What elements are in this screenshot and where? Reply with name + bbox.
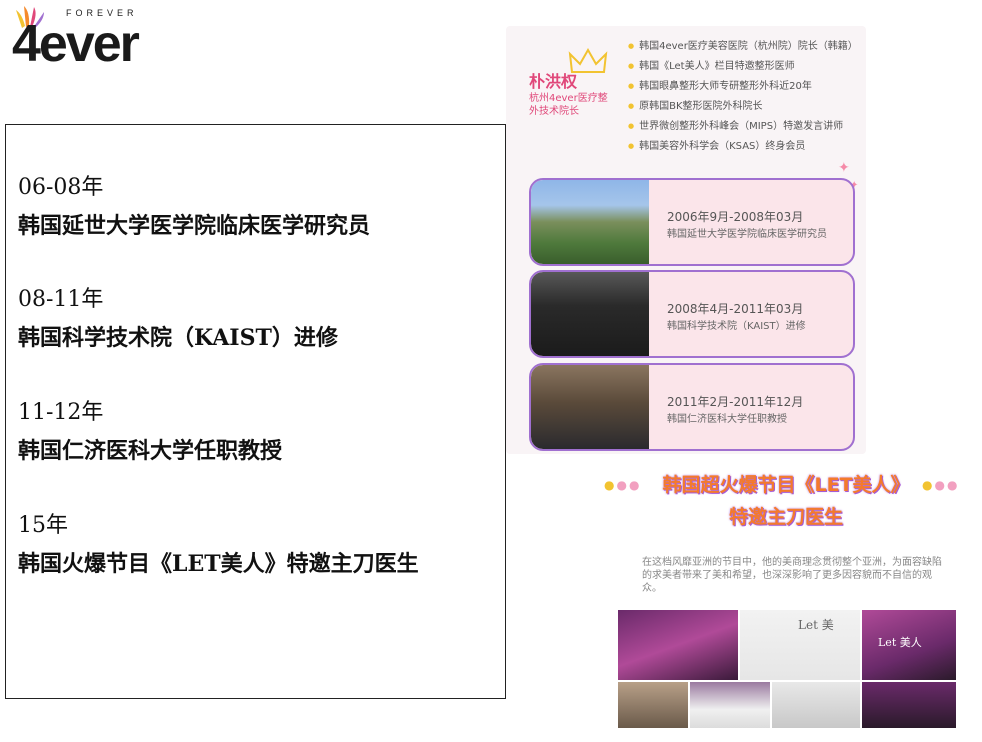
career-card: 2006年9月-2008年03月 韩国延世大学医学院临床医学研究员 xyxy=(529,178,855,266)
timeline-entry: 08-11年 韩国科学技术院（KAIST）进修 xyxy=(18,281,338,357)
gallery-image xyxy=(862,682,956,728)
gallery-image xyxy=(618,682,688,728)
timeline-year: 08-11年 xyxy=(18,287,104,312)
doctor-name: 朴洪权 xyxy=(529,72,578,91)
card-org: 韩国科学技术院（KAIST）进修 xyxy=(667,321,806,332)
sparkle-icon: ✦ xyxy=(838,160,850,176)
gallery-image: Let 美人 xyxy=(862,610,956,680)
timeline-year: 11-12年 xyxy=(18,400,104,425)
gallery-image xyxy=(618,610,738,680)
gallery-caption: Let 美人 xyxy=(878,636,922,649)
portrait-photo xyxy=(531,365,649,449)
career-text-box: 06-08年 韩国延世大学医学院临床医学研究员 08-11年 韩国科学技术院（K… xyxy=(5,124,506,699)
career-card: 2008年4月-2011年03月 韩国科学技术院（KAIST）进修 xyxy=(529,270,855,358)
timeline-entry: 06-08年 韩国延世大学医学院临床医学研究员 xyxy=(18,169,370,245)
credential-item: 韩国《Let美人》栏目特邀整形医师 xyxy=(628,56,858,76)
timeline-desc: 韩国科学技术院（KAIST）进修 xyxy=(18,325,338,351)
card-date: 2006年9月-2008年03月 xyxy=(667,210,804,224)
brand-logo: FOREVER 4ever xyxy=(8,4,168,76)
group-photo xyxy=(531,272,649,356)
show-subtitle: 特邀主刀医生 xyxy=(728,506,843,528)
card-org: 韩国仁济医科大学任职教授 xyxy=(667,414,787,425)
timeline-desc: 韩国仁济医科大学任职教授 xyxy=(18,438,283,464)
credentials-list: 韩国4ever医疗美容医院（杭州院）院长（韩籍） 韩国《Let美人》栏目特邀整形… xyxy=(628,36,858,156)
doctor-title: 杭州4ever医疗整外技术院长 xyxy=(529,93,608,117)
credential-item: 韩国眼鼻整形大师专研整形外科近20年 xyxy=(628,76,858,96)
card-date: 2008年4月-2011年03月 xyxy=(667,302,804,316)
credential-item: 原韩国BK整形医院外科院长 xyxy=(628,96,858,116)
timeline-year: 06-08年 xyxy=(18,175,104,200)
timeline-year: 15年 xyxy=(18,513,68,538)
card-org: 韩国延世大学医学院临床医学研究员 xyxy=(667,229,827,240)
gallery-caption: Let 美 xyxy=(798,618,834,632)
show-description: 在这档风靡亚洲的节目中，他的美商理念贯彻整个亚洲，为面容缺陷的求美者带来了美和希… xyxy=(642,557,942,594)
credential-item: 韩国美容外科学会（KSAS）终身会员 xyxy=(628,136,858,156)
timeline-entry: 15年 韩国火爆节目《LET美人》特邀主刀医生 xyxy=(18,507,419,583)
show-title: 韩国超火爆节目《LET美人》 xyxy=(662,474,910,496)
gallery-image: Let 美 xyxy=(740,610,860,680)
career-card: 2011年2月-2011年12月 韩国仁济医科大学任职教授 xyxy=(529,363,855,451)
timeline-entry: 11-12年 韩国仁济医科大学任职教授 xyxy=(18,394,282,470)
credential-item: 世界微创整形外科峰会（MIPS）特邀发言讲师 xyxy=(628,116,858,136)
logo-wordmark: 4ever xyxy=(12,15,140,73)
credential-item: 韩国4ever医疗美容医院（杭州院）院长（韩籍） xyxy=(628,36,858,56)
card-date: 2011年2月-2011年12月 xyxy=(667,395,804,409)
timeline-desc: 韩国火爆节目《LET美人》特邀主刀医生 xyxy=(18,551,419,577)
show-gallery: Let 美 Let 美人 xyxy=(618,610,956,728)
gallery-image xyxy=(690,682,770,728)
gallery-image xyxy=(772,682,860,728)
timeline-desc: 韩国延世大学医学院临床医学研究员 xyxy=(18,213,371,239)
university-photo xyxy=(531,180,649,264)
